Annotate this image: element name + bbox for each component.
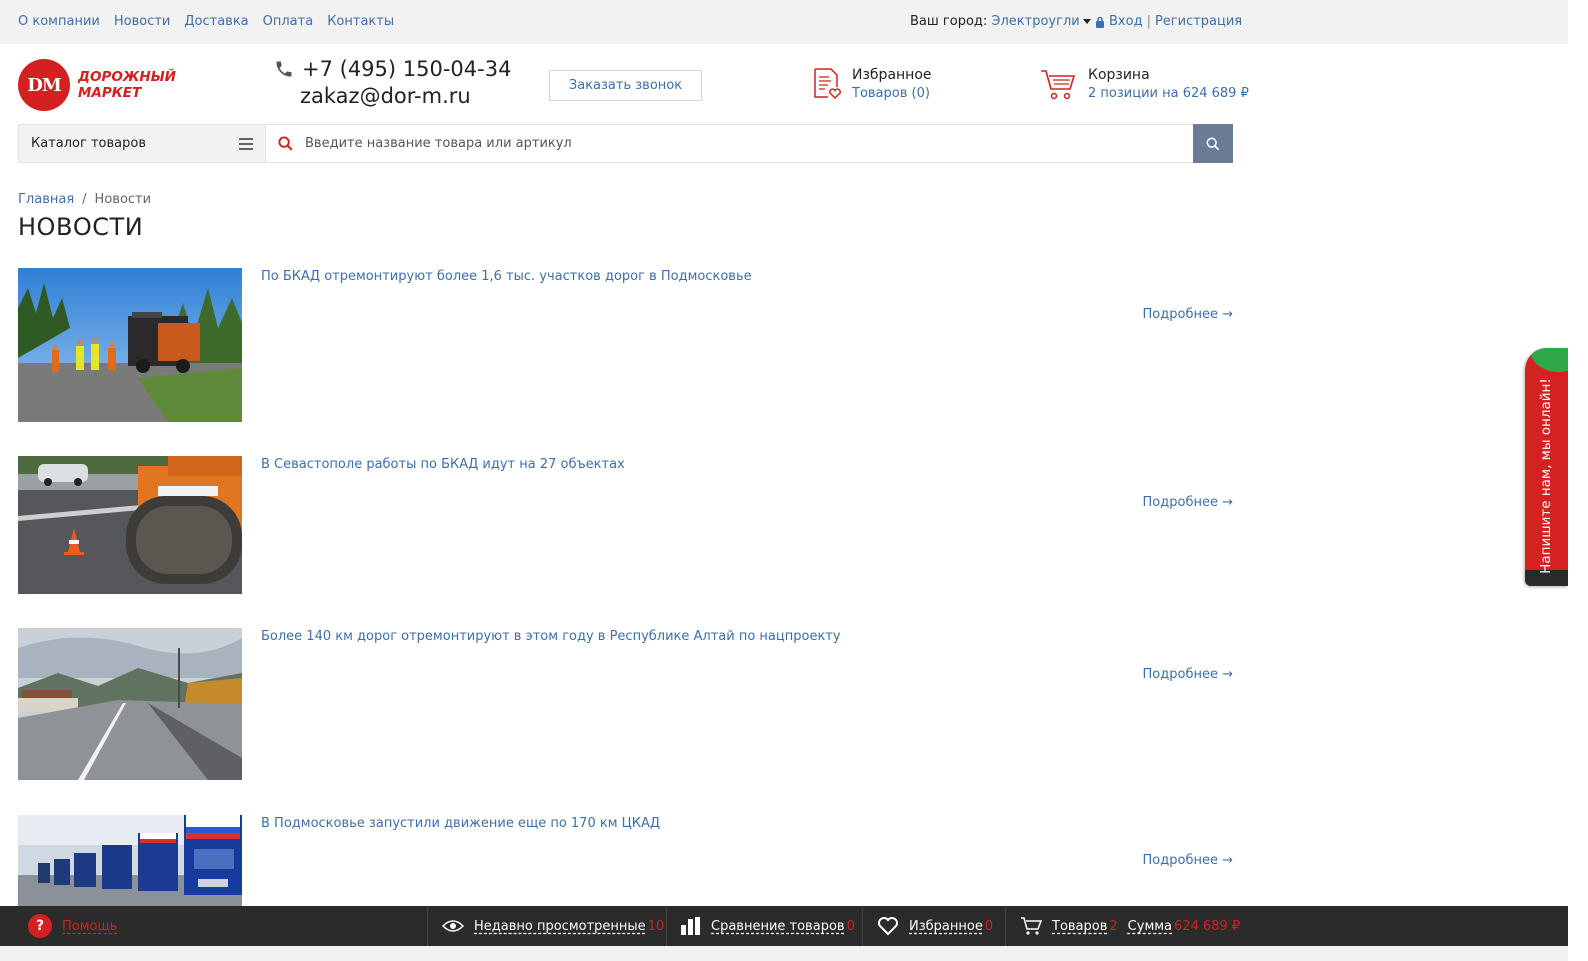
chat-label: Напишите нам, мы онлайн! (1538, 378, 1554, 574)
top-nav: О компании Новости Доставка Оплата Конта… (18, 14, 394, 29)
news-more-link[interactable]: Подробнее → (1143, 307, 1233, 322)
news-item: Более 140 км дорог отремонтируют в этом … (18, 628, 1233, 780)
favorites-count[interactable]: Товаров (0) (852, 86, 932, 101)
breadcrumb: Главная / Новости (18, 192, 151, 207)
news-image-trucks[interactable] (18, 815, 242, 906)
cart-icon (1041, 70, 1076, 100)
logo-mark: DM (18, 59, 70, 111)
bottom-favorites-label: Избранное (909, 918, 983, 934)
cart-text: Корзина 2 позиции на 624 689 ₽ (1088, 67, 1249, 101)
caret-down-icon[interactable] (1082, 19, 1091, 24)
chat-accent (1530, 348, 1568, 372)
news-image-altai-road[interactable] (18, 628, 242, 780)
search-icon (278, 136, 293, 151)
news-item: По БКАД отремонтируют более 1,6 тыс. уча… (18, 268, 1233, 422)
bottom-sum-value: 624 689 ₽ (1174, 918, 1241, 934)
hamburger-menu-icon (239, 137, 253, 150)
news-item: В Подмосковье запустили движение еще по … (18, 815, 1233, 906)
help-button[interactable]: ? Помощь (28, 914, 117, 938)
heart-icon (878, 917, 898, 936)
help-label: Помощь (62, 918, 118, 934)
nav-link-contacts[interactable]: Контакты (327, 14, 394, 29)
bottom-favorites-count: 0 (984, 918, 994, 934)
news-image-road-workers[interactable] (18, 268, 242, 422)
cart-summary[interactable]: 2 позиции на 624 689 ₽ (1088, 86, 1249, 101)
contact-block: +7 (495) 150-04-34 zakaz@dor-m.ru (274, 57, 511, 108)
scrollbar-gutter (1568, 0, 1588, 961)
search-icon (1206, 137, 1220, 150)
phone-row: +7 (495) 150-04-34 (274, 57, 511, 81)
login-link[interactable]: Вход (1109, 14, 1143, 29)
logo-line-1: ДОРОЖНЫЙ (78, 69, 176, 85)
bottom-favorites-button[interactable]: Избранное 0 (862, 906, 993, 946)
bottom-sum-label: Сумма (1127, 918, 1173, 934)
question-icon: ? (28, 914, 52, 938)
lock-icon (1096, 16, 1104, 28)
news-item: В Севастополе работы по БКАД идут на 27 … (18, 456, 1233, 594)
cart-widget[interactable]: Корзина 2 позиции на 624 689 ₽ (1040, 67, 1249, 101)
news-more-link[interactable]: Подробнее → (1143, 667, 1233, 682)
news-title-link[interactable]: По БКАД отремонтируют более 1,6 тыс. уча… (261, 269, 752, 284)
nav-link-about[interactable]: О компании (18, 14, 100, 29)
news-title-link[interactable]: Более 140 км дорог отремонтируют в этом … (261, 629, 841, 644)
nav-link-payment[interactable]: Оплата (263, 14, 314, 29)
favorites-title: Избранное (852, 67, 932, 83)
cart-title: Корзина (1088, 67, 1150, 83)
eye-icon (442, 920, 464, 932)
search-bar (266, 124, 1194, 163)
email-link[interactable]: zakaz@dor-m.ru (300, 84, 511, 108)
bar-chart-icon (681, 917, 700, 935)
favorites-list-icon (814, 68, 841, 100)
recently-viewed-button[interactable]: Недавно просмотренные 10 (427, 906, 664, 946)
bottom-goods-label: Товаров (1052, 918, 1108, 934)
page-bottom-strip (0, 946, 1568, 961)
compare-count: 0 (846, 918, 855, 934)
nav-link-delivery[interactable]: Доставка (184, 14, 248, 29)
bottom-panel: ? Помощь Недавно просмотренные 10 Сравнен… (0, 906, 1568, 946)
compare-label: Сравнение товаров (711, 918, 845, 934)
top-bar: О компании Новости Доставка Оплата Конта… (0, 0, 1568, 44)
recently-viewed-label: Недавно просмотренные (474, 918, 646, 934)
nav-link-news[interactable]: Новости (114, 14, 171, 29)
breadcrumb-home[interactable]: Главная (18, 192, 74, 207)
news-more-link[interactable]: Подробнее → (1143, 495, 1233, 510)
page-title: НОВОСТИ (18, 213, 144, 241)
register-link[interactable]: Регистрация (1155, 14, 1242, 29)
favorites-widget[interactable]: Избранное Товаров (0) (812, 67, 932, 101)
site-logo[interactable]: DM ДОРОЖНЫЙ МАРКЕТ (18, 59, 176, 111)
catalog-label: Каталог товаров (31, 136, 146, 151)
compare-button[interactable]: Сравнение товаров 0 (666, 906, 855, 946)
breadcrumb-current: Новости (94, 192, 152, 207)
auth-links: Вход | Регистрация (1095, 14, 1242, 29)
online-chat-tab[interactable]: Напишите нам, мы онлайн! (1525, 348, 1568, 586)
news-title-link[interactable]: В Севастополе работы по БКАД идут на 27 … (261, 457, 625, 472)
callback-button[interactable]: Заказать звонок (549, 70, 702, 101)
city-value[interactable]: Электроугли (991, 14, 1079, 29)
breadcrumb-separator: / (82, 192, 87, 207)
auth-separator: | (1146, 14, 1151, 29)
news-image-road-roller[interactable] (18, 456, 242, 594)
logo-text: ДОРОЖНЫЙ МАРКЕТ (78, 69, 176, 101)
bottom-goods-count: 2 (1109, 918, 1118, 934)
logo-line-2: МАРКЕТ (78, 85, 142, 101)
search-input[interactable] (305, 136, 1165, 151)
city-selector[interactable]: Ваш город: Электроугли (910, 14, 1091, 29)
bottom-cart-button[interactable]: Товаров 2 Сумма 624 689 ₽ (1005, 906, 1240, 946)
city-label: Ваш город: (910, 14, 988, 29)
phone-number[interactable]: +7 (495) 150-04-34 (302, 57, 511, 81)
news-more-link[interactable]: Подробнее → (1143, 853, 1233, 868)
catalog-button[interactable]: Каталог товаров (18, 124, 266, 163)
search-submit-button[interactable] (1193, 124, 1233, 163)
phone-icon (276, 61, 292, 77)
favorites-text: Избранное Товаров (0) (852, 67, 932, 101)
cart-icon (1021, 917, 1042, 935)
recently-viewed-count: 10 (647, 918, 665, 934)
news-title-link[interactable]: В Подмосковье запустили движение еще по … (261, 816, 660, 831)
